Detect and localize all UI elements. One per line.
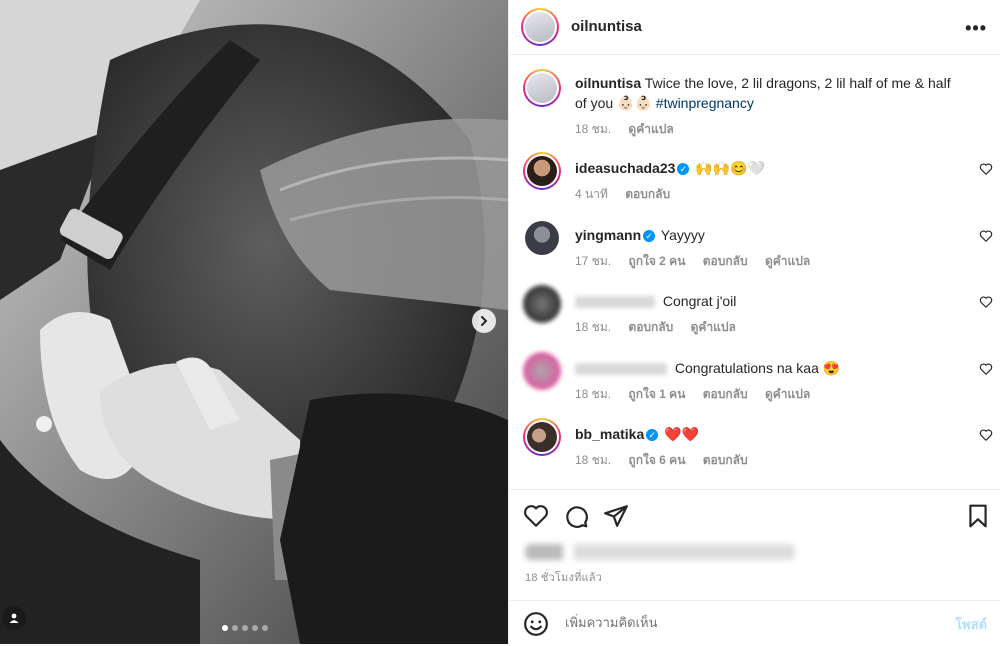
reply-button[interactable]: ตอบกลับ: [703, 453, 748, 467]
blurred-liked-by: [525, 544, 795, 560]
comment-text: ❤️❤️: [664, 426, 700, 442]
post-comment-button[interactable]: โพสต์: [955, 614, 987, 635]
comment-text: Congratulations na kaa 😍: [674, 360, 841, 376]
comment-text: 🙌🙌😊🤍: [695, 160, 766, 176]
bookmark-icon[interactable]: [965, 503, 991, 529]
commenter-avatar[interactable]: [523, 285, 561, 323]
comment-item: yingmann ✓ Yayyyy 17 ชม. ถูกใจ 2 คน ตอบกล…: [523, 219, 993, 275]
translate-link[interactable]: ดูคำแปล: [765, 387, 810, 401]
chevron-right-icon: [481, 316, 488, 326]
post-photo[interactable]: [0, 0, 508, 644]
comment-item: bb_matika ✓ ❤️❤️ 18 ชม. ถูกใจ 6 คน ตอบกลั…: [523, 418, 993, 474]
more-options-button[interactable]: •••: [965, 18, 987, 39]
heart-icon[interactable]: [979, 362, 993, 376]
reply-button[interactable]: ตอบกลับ: [703, 254, 748, 268]
comment-icon[interactable]: [563, 503, 589, 529]
comment-item: Congratulations na kaa 😍 18 ชม. ถูกใจ 1 …: [523, 352, 993, 408]
commenter-avatar[interactable]: [525, 221, 559, 255]
verified-badge-icon: ✓: [646, 429, 659, 442]
commenter-avatar[interactable]: [523, 418, 561, 456]
caption-username[interactable]: oilnuntisa: [575, 75, 641, 91]
comments-list[interactable]: oilnuntisa Twice the love, 2 lil dragons…: [509, 55, 1000, 488]
comment-time[interactable]: 4 นาที: [575, 187, 608, 201]
heart-icon[interactable]: [979, 295, 993, 309]
carousel-next-button[interactable]: [472, 309, 496, 333]
author-avatar[interactable]: [521, 8, 559, 46]
comment-likes-count[interactable]: ถูกใจ 1 คน: [628, 387, 685, 401]
blurred-username: [575, 296, 655, 309]
author-username[interactable]: oilnuntisa: [571, 18, 642, 35]
reply-button[interactable]: ตอบกลับ: [703, 387, 748, 401]
caption-translate-link[interactable]: ดูคำแปล: [628, 122, 673, 136]
carousel-dot: [262, 625, 268, 631]
blurred-username: [575, 363, 667, 376]
carousel-dot: [222, 625, 228, 631]
post-header: oilnuntisa •••: [509, 0, 1000, 55]
comment-item: ideasuchada23 ✓ 🙌🙌😊🤍 4 นาที ตอบกลับ: [523, 152, 993, 208]
comment-input[interactable]: [563, 614, 927, 631]
carousel-dot: [232, 625, 238, 631]
post-actions: 18 ชั่วโมงที่แล้ว โพสต์: [509, 489, 1000, 645]
reply-button[interactable]: ตอบกลับ: [625, 187, 670, 201]
commenter-avatar[interactable]: [523, 152, 561, 190]
comment-time[interactable]: 18 ชม.: [575, 320, 611, 334]
carousel-indicator: [222, 625, 268, 631]
photo-illustration: [0, 0, 508, 644]
comment-likes-count[interactable]: ถูกใจ 2 คน: [628, 254, 685, 268]
comment-time[interactable]: 18 ชม.: [575, 387, 611, 401]
post-sidebar: oilnuntisa ••• oilnuntisa Twice the love…: [508, 0, 1000, 644]
heart-icon[interactable]: [979, 428, 993, 442]
heart-icon[interactable]: [979, 162, 993, 176]
comment-text: Yayyyy: [660, 227, 705, 243]
post-time-ago[interactable]: 18 ชั่วโมงที่แล้ว: [525, 568, 602, 586]
comment-likes-count[interactable]: ถูกใจ 6 คน: [628, 453, 685, 467]
share-icon[interactable]: [603, 503, 629, 529]
add-comment-bar: โพสต์: [509, 600, 1000, 646]
caption-time[interactable]: 18 ชม.: [575, 122, 611, 136]
translate-link[interactable]: ดูคำแปล: [765, 254, 810, 268]
verified-badge-icon: ✓: [643, 230, 656, 243]
verified-badge-icon: ✓: [677, 163, 690, 176]
emoji-icon[interactable]: [523, 611, 549, 637]
commenter-username[interactable]: ideasuchada23: [575, 160, 675, 176]
commenter-username[interactable]: bb_matika: [575, 426, 644, 442]
tagged-users-button[interactable]: [2, 606, 26, 630]
comment-time[interactable]: 18 ชม.: [575, 453, 611, 467]
carousel-dot: [252, 625, 258, 631]
comment-text: Congrat j'oil: [662, 293, 737, 309]
caption-hashtag[interactable]: #twinpregnancy: [656, 95, 754, 111]
caption-avatar[interactable]: [523, 69, 561, 107]
comment-time[interactable]: 17 ชม.: [575, 254, 611, 268]
user-tag-icon: [9, 613, 19, 623]
carousel-dot: [242, 625, 248, 631]
commenter-username[interactable]: yingmann: [575, 227, 641, 243]
heart-icon[interactable]: [523, 503, 549, 529]
reply-button[interactable]: ตอบกลับ: [628, 320, 673, 334]
commenter-avatar[interactable]: [523, 352, 561, 390]
heart-icon[interactable]: [979, 229, 993, 243]
translate-link[interactable]: ดูคำแปล: [691, 320, 736, 334]
comment-item: Congrat j'oil 18 ชม. ตอบกลับ ดูคำแปล: [523, 285, 993, 341]
